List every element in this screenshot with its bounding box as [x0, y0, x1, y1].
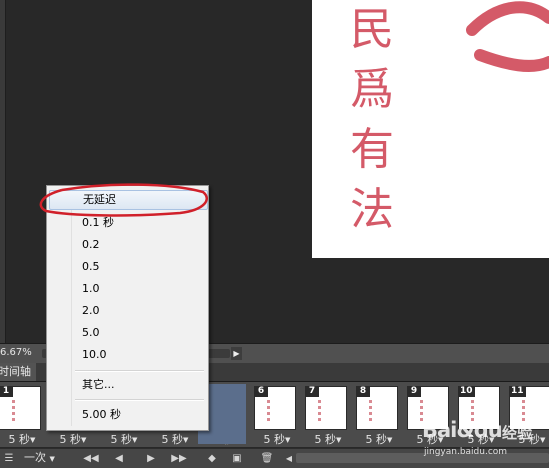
- menu-item-label: 0.5: [82, 260, 100, 273]
- menu-item-0-5[interactable]: 0.5: [49, 257, 206, 277]
- frame-delay-value: 5 秒: [314, 433, 337, 446]
- frame-number: 9: [407, 386, 421, 397]
- loop-options-select[interactable]: 一次 ▼: [24, 450, 76, 466]
- baidu-watermark: Bai&du 经验 jingyan.baidu.com: [420, 418, 549, 467]
- frame-number: 1: [0, 386, 13, 397]
- panel-menu-icon[interactable]: ☰: [2, 451, 16, 466]
- first-frame-icon[interactable]: ◀◀: [82, 451, 100, 466]
- delete-frame-icon[interactable]: 🗑: [260, 451, 274, 466]
- calligraphy-char: 民: [350, 4, 394, 55]
- frame-number: 11: [509, 386, 526, 397]
- frame-delay-dropdown[interactable]: 5 秒▼: [0, 431, 47, 447]
- menu-item-label: 2.0: [82, 304, 100, 317]
- frame-delay-dropdown[interactable]: 5 秒▼: [99, 431, 149, 447]
- frame-delay-value: 5 秒: [263, 433, 286, 446]
- chevron-down-icon: ▼: [336, 436, 342, 444]
- watermark-logo: Bai&du: [422, 418, 503, 442]
- frame-delay-dropdown[interactable]: 5 秒▼: [252, 431, 302, 447]
- calligraphy-char: 有: [350, 124, 394, 175]
- frame-number: 6: [254, 386, 268, 397]
- menu-item-label: 5.0: [82, 326, 100, 339]
- chevron-down-icon: ▼: [285, 436, 291, 444]
- next-frame-icon[interactable]: ▶▶: [170, 451, 188, 466]
- frame-artwork: [318, 400, 321, 424]
- frame-thumbnail[interactable]: 8 5 秒▼: [354, 384, 404, 447]
- duplicate-frame-icon[interactable]: ▣: [230, 451, 244, 466]
- menu-item-0-2[interactable]: 0.2: [49, 235, 206, 255]
- scroll-left-icon[interactable]: ◀: [284, 451, 294, 466]
- frame-number: 8: [356, 386, 370, 397]
- status-menu-arrow-icon[interactable]: ▶: [231, 347, 242, 360]
- menu-item-label: 0.2: [82, 238, 100, 251]
- calligraphy-char: 法: [350, 184, 394, 235]
- calligraphy-char: 爲: [350, 64, 394, 115]
- menu-item-1-0[interactable]: 1.0: [49, 279, 206, 299]
- menu-item-other[interactable]: 其它...: [49, 375, 206, 395]
- menu-item-2-0[interactable]: 2.0: [49, 301, 206, 321]
- frame-number: 7: [305, 386, 319, 397]
- chevron-down-icon: ▼: [387, 436, 393, 444]
- play-icon[interactable]: ▶: [144, 451, 158, 466]
- frame-number: 10: [458, 386, 475, 397]
- menu-item-label: 10.0: [82, 348, 107, 361]
- frame-delay-value: 5 秒: [59, 433, 82, 446]
- frame-artwork: [12, 400, 15, 424]
- menu-item-label: 1.0: [82, 282, 100, 295]
- frame-thumbnail[interactable]: 6 5 秒▼: [252, 384, 302, 447]
- menu-item-label: 5.00 秒: [82, 408, 121, 421]
- chevron-down-icon: ▼: [81, 436, 87, 444]
- frame-delay-dropdown[interactable]: 5 秒▼: [150, 431, 200, 447]
- tab-timeline[interactable]: 时间轴: [0, 363, 36, 381]
- menu-item-no-delay[interactable]: 无延迟: [49, 190, 208, 210]
- menu-item-label: 0.1 秒: [82, 216, 114, 229]
- frame-delay-menu: 无延迟 0.1 秒 0.2 0.5 1.0 2.0 5.0 10.0 其它...…: [46, 185, 209, 431]
- watermark-url: jingyan.baidu.com: [424, 447, 508, 457]
- canvas-document[interactable]: 民 爲 有 法: [312, 0, 549, 258]
- watermark-suffix: 经验: [502, 424, 533, 442]
- menu-separator: [75, 399, 204, 401]
- chevron-down-icon: ▼: [132, 436, 138, 444]
- frame-thumbnail[interactable]: 7 5 秒▼: [303, 384, 353, 447]
- frame-delay-dropdown[interactable]: 5 秒▼: [354, 431, 404, 447]
- menu-item-current[interactable]: 5.00 秒: [49, 405, 206, 425]
- menu-item-0-1[interactable]: 0.1 秒: [49, 213, 206, 233]
- frame-delay-value: 5 秒: [365, 433, 388, 446]
- loop-value: 一次: [24, 451, 46, 464]
- tween-icon[interactable]: ◆: [205, 451, 219, 466]
- zoom-level[interactable]: 6.67%: [0, 347, 32, 358]
- menu-item-label: 无延迟: [83, 193, 116, 206]
- calligraphy-artwork: 民 爲 有 法: [350, 1, 549, 235]
- frame-artwork: [369, 400, 372, 424]
- left-ruler: [0, 0, 6, 343]
- menu-item-label: 其它...: [82, 378, 115, 391]
- previous-frame-icon[interactable]: ◀: [112, 451, 126, 466]
- frame-delay-dropdown[interactable]: 5 秒▼: [48, 431, 98, 447]
- frame-thumbnail[interactable]: 1 5 秒▼: [0, 384, 47, 447]
- menu-item-5-0[interactable]: 5.0: [49, 323, 206, 343]
- frame-delay-value: 5 秒: [161, 433, 184, 446]
- frame-delay-value: 5 秒: [110, 433, 133, 446]
- chevron-down-icon: ▼: [183, 436, 189, 444]
- menu-separator: [75, 370, 204, 372]
- frame-artwork: [267, 400, 270, 424]
- frame-delay-value: 5 秒: [8, 433, 31, 446]
- chevron-down-icon: ▼: [30, 436, 36, 444]
- frame-delay-dropdown[interactable]: 5 秒▼: [303, 431, 353, 447]
- menu-item-10-0[interactable]: 10.0: [49, 345, 206, 365]
